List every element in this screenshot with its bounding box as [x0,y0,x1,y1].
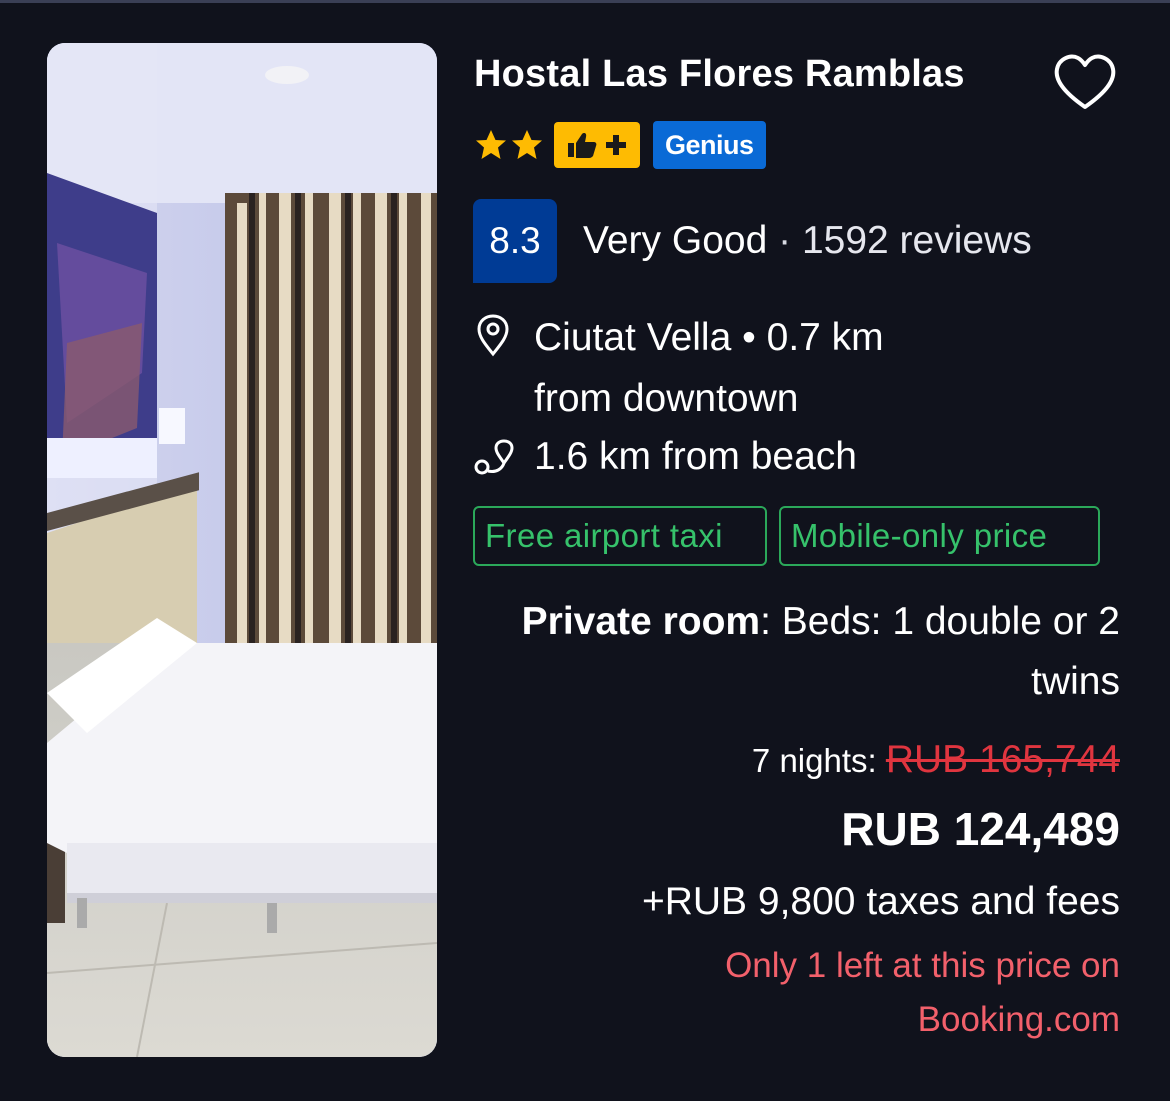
current-price: RUB 124,489 [841,803,1120,855]
room-image [47,43,437,1057]
taxes-and-fees: +RUB 9,800 taxes and fees [641,880,1120,923]
heart-outline-icon[interactable] [1052,51,1118,113]
room-beds: Beds: 1 double or 2 twins [781,600,1120,703]
room-type: Private room [521,600,761,643]
badges-row: Genius [474,121,766,169]
original-price: RUB 165,744 [885,738,1120,781]
location-text[interactable]: Ciutat Vella • 0.7 km from downtown [534,307,974,429]
genius-badge[interactable]: Genius [653,121,766,169]
tag-free-airport-taxi: Free airport taxi [473,506,767,566]
rating-summary[interactable]: Very Good · 1592 reviews [583,218,1032,264]
beach-distance: 1.6 km from beach [534,435,857,478]
hotel-name[interactable]: Hostal Las Flores Ramblas [474,51,1044,97]
distance-suffix: from downtown [534,377,799,420]
property-card[interactable]: Hostal Las Flores Ramblas Genius 8.3 Ver… [0,3,1170,1101]
nights-label: 7 nights: [751,742,877,779]
star-icon [476,130,506,159]
nights-row: 7 nights: RUB 165,744 [752,737,1120,784]
route-pin-icon [474,439,514,475]
scarcity-message: Only 1 left at this price on Booking.com [725,946,1120,1039]
thumbs-up-plus-icon[interactable] [554,122,640,168]
district: Ciutat Vella [534,316,732,359]
rating-label: Very Good [583,219,768,262]
review-score-badge[interactable]: 8.3 [473,199,557,283]
property-photo[interactable] [47,43,437,1057]
review-count: 1592 reviews [801,219,1032,262]
tag-mobile-only-price: Mobile-only price [779,506,1100,566]
star-icon [512,130,542,159]
room-info: Private room: Beds: 1 double or 2 twins [521,600,1120,703]
downtown-distance: 0.7 km [766,316,884,359]
map-pin-icon [477,314,509,357]
